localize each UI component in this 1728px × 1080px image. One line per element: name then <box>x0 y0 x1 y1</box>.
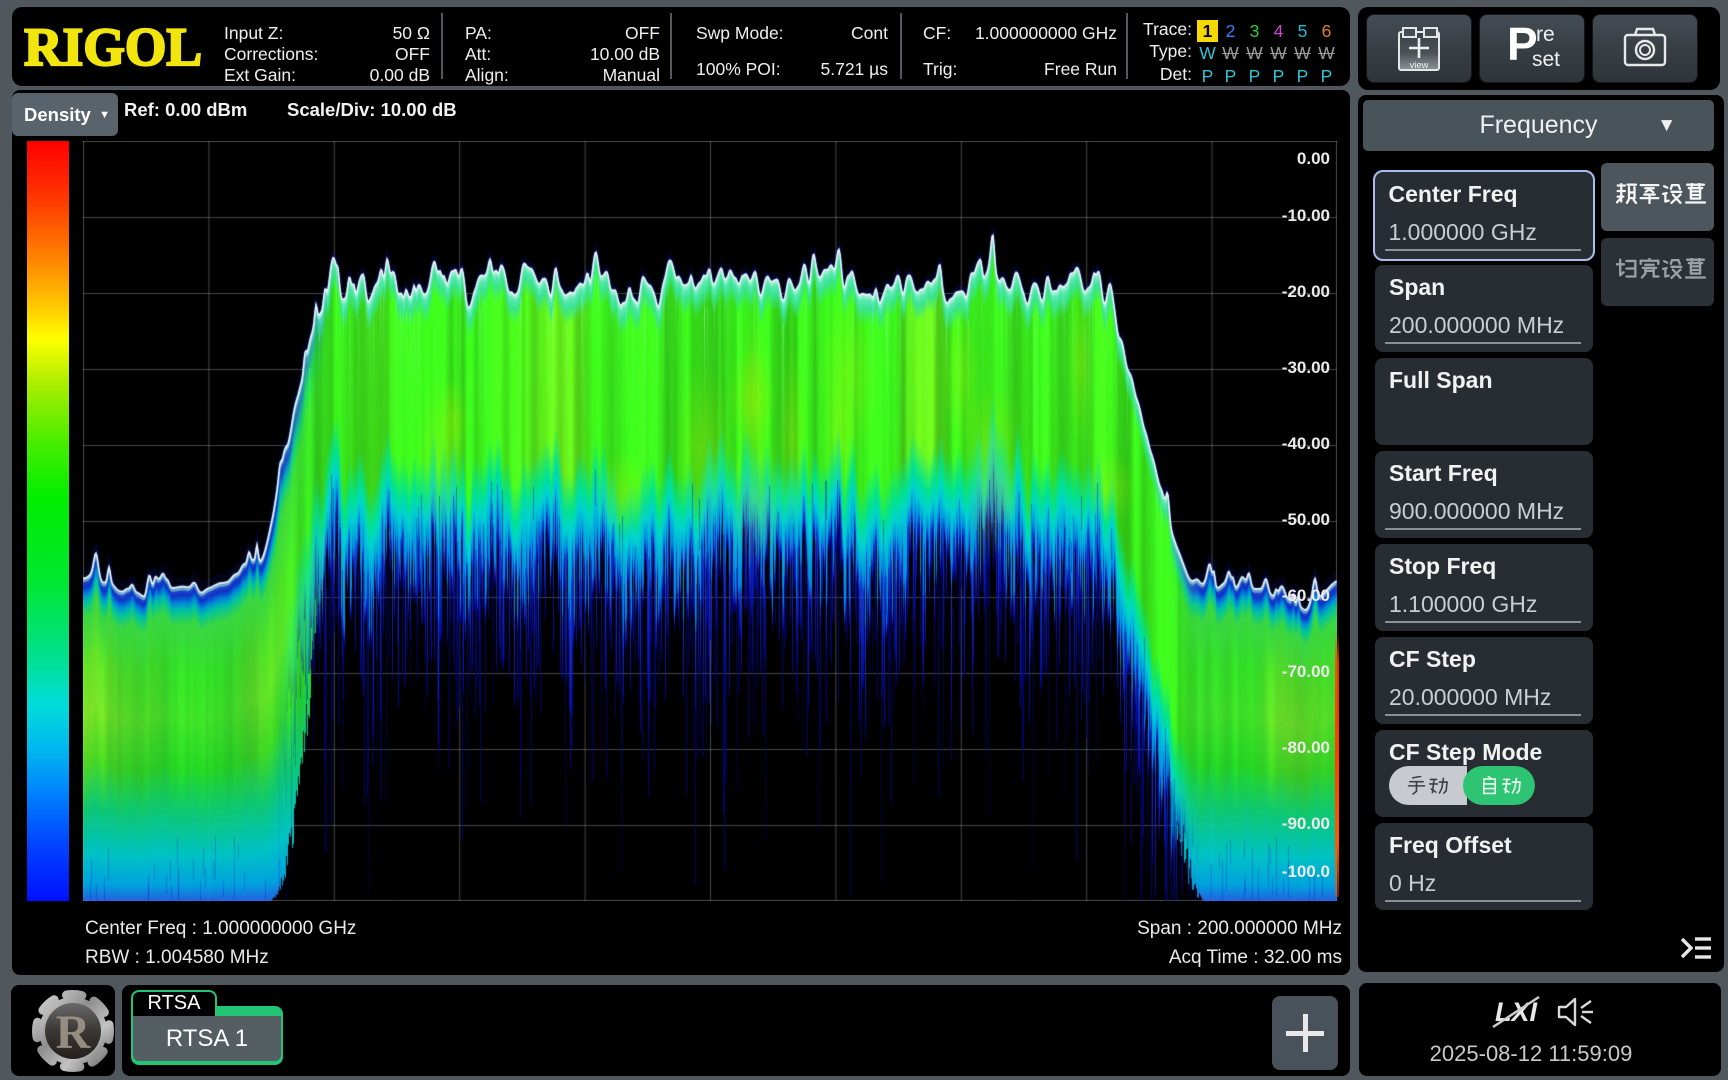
svg-text:view: view <box>1409 60 1428 71</box>
svg-text:R: R <box>56 1006 92 1059</box>
svg-text:RIGOL: RIGOL <box>24 21 202 75</box>
